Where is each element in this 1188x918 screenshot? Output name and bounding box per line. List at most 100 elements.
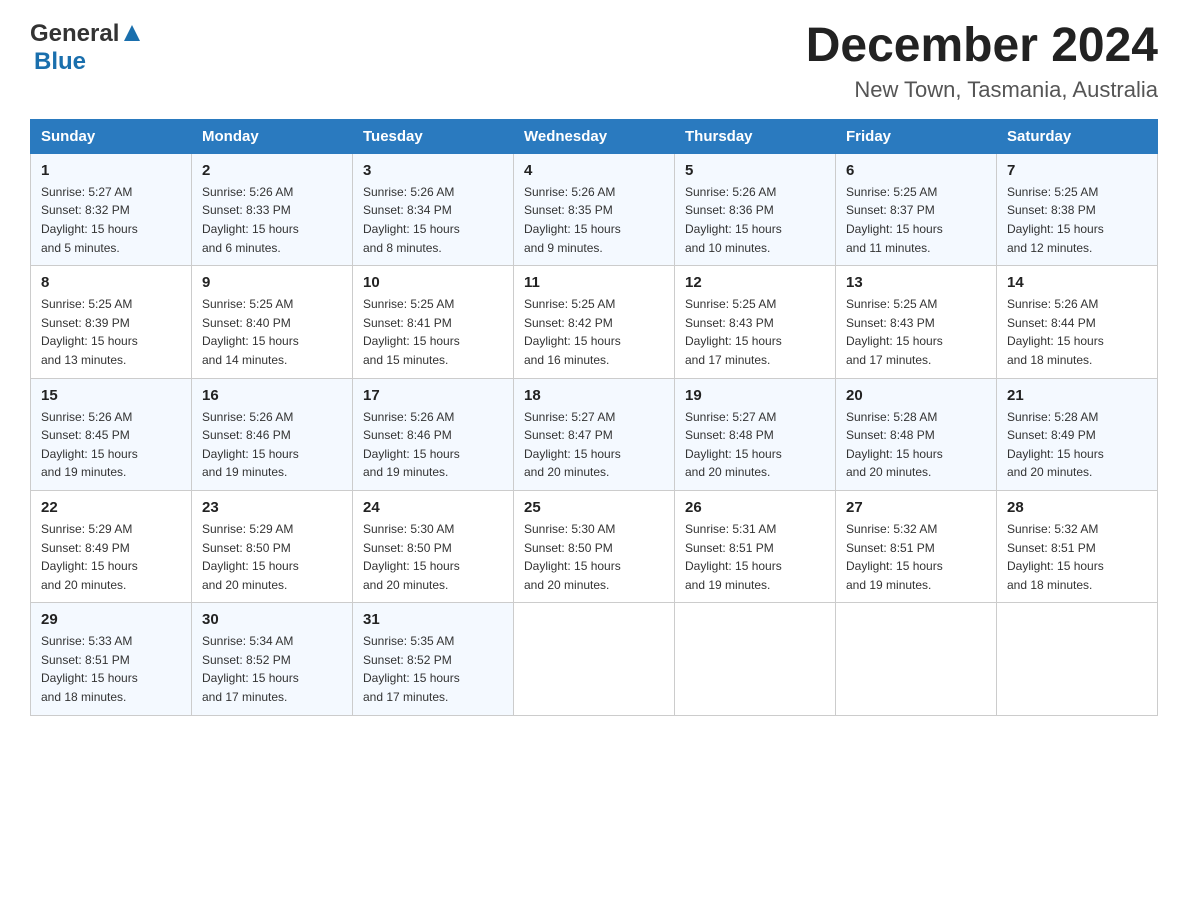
day-number: 6 xyxy=(846,162,986,179)
day-info: Sunrise: 5:26 AMSunset: 8:35 PMDaylight:… xyxy=(524,185,621,255)
day-info: Sunrise: 5:33 AMSunset: 8:51 PMDaylight:… xyxy=(41,634,138,704)
calendar-cell: 10 Sunrise: 5:25 AMSunset: 8:41 PMDaylig… xyxy=(353,266,514,378)
logo-general-text: General xyxy=(30,20,119,48)
calendar-week-row: 1 Sunrise: 5:27 AMSunset: 8:32 PMDayligh… xyxy=(31,153,1158,265)
day-info: Sunrise: 5:27 AMSunset: 8:47 PMDaylight:… xyxy=(524,410,621,480)
calendar-cell: 15 Sunrise: 5:26 AMSunset: 8:45 PMDaylig… xyxy=(31,378,192,490)
calendar-cell: 29 Sunrise: 5:33 AMSunset: 8:51 PMDaylig… xyxy=(31,603,192,715)
day-info: Sunrise: 5:28 AMSunset: 8:49 PMDaylight:… xyxy=(1007,410,1104,480)
calendar-cell: 16 Sunrise: 5:26 AMSunset: 8:46 PMDaylig… xyxy=(192,378,353,490)
calendar-cell: 7 Sunrise: 5:25 AMSunset: 8:38 PMDayligh… xyxy=(997,153,1158,265)
day-info: Sunrise: 5:34 AMSunset: 8:52 PMDaylight:… xyxy=(202,634,299,704)
day-info: Sunrise: 5:26 AMSunset: 8:33 PMDaylight:… xyxy=(202,185,299,255)
day-number: 3 xyxy=(363,162,503,179)
day-number: 22 xyxy=(41,499,181,516)
calendar-cell: 17 Sunrise: 5:26 AMSunset: 8:46 PMDaylig… xyxy=(353,378,514,490)
day-number: 19 xyxy=(685,387,825,404)
day-number: 26 xyxy=(685,499,825,516)
day-number: 31 xyxy=(363,611,503,628)
day-number: 10 xyxy=(363,274,503,291)
day-number: 14 xyxy=(1007,274,1147,291)
calendar-cell xyxy=(514,603,675,715)
day-number: 18 xyxy=(524,387,664,404)
day-info: Sunrise: 5:26 AMSunset: 8:46 PMDaylight:… xyxy=(202,410,299,480)
day-number: 25 xyxy=(524,499,664,516)
calendar-cell: 31 Sunrise: 5:35 AMSunset: 8:52 PMDaylig… xyxy=(353,603,514,715)
calendar-cell: 20 Sunrise: 5:28 AMSunset: 8:48 PMDaylig… xyxy=(836,378,997,490)
day-number: 11 xyxy=(524,274,664,291)
calendar-week-row: 22 Sunrise: 5:29 AMSunset: 8:49 PMDaylig… xyxy=(31,490,1158,602)
day-info: Sunrise: 5:32 AMSunset: 8:51 PMDaylight:… xyxy=(846,522,943,592)
day-info: Sunrise: 5:31 AMSunset: 8:51 PMDaylight:… xyxy=(685,522,782,592)
calendar-cell: 14 Sunrise: 5:26 AMSunset: 8:44 PMDaylig… xyxy=(997,266,1158,378)
calendar-cell: 4 Sunrise: 5:26 AMSunset: 8:35 PMDayligh… xyxy=(514,153,675,265)
day-number: 9 xyxy=(202,274,342,291)
day-info: Sunrise: 5:25 AMSunset: 8:37 PMDaylight:… xyxy=(846,185,943,255)
day-info: Sunrise: 5:28 AMSunset: 8:48 PMDaylight:… xyxy=(846,410,943,480)
calendar-header-row: SundayMondayTuesdayWednesdayThursdayFrid… xyxy=(31,119,1158,153)
day-info: Sunrise: 5:26 AMSunset: 8:44 PMDaylight:… xyxy=(1007,297,1104,367)
day-number: 17 xyxy=(363,387,503,404)
day-number: 30 xyxy=(202,611,342,628)
day-info: Sunrise: 5:25 AMSunset: 8:40 PMDaylight:… xyxy=(202,297,299,367)
calendar-cell xyxy=(836,603,997,715)
calendar-table: SundayMondayTuesdayWednesdayThursdayFrid… xyxy=(30,119,1158,716)
day-info: Sunrise: 5:30 AMSunset: 8:50 PMDaylight:… xyxy=(363,522,460,592)
day-number: 5 xyxy=(685,162,825,179)
day-number: 20 xyxy=(846,387,986,404)
day-info: Sunrise: 5:29 AMSunset: 8:49 PMDaylight:… xyxy=(41,522,138,592)
calendar-cell: 22 Sunrise: 5:29 AMSunset: 8:49 PMDaylig… xyxy=(31,490,192,602)
day-info: Sunrise: 5:32 AMSunset: 8:51 PMDaylight:… xyxy=(1007,522,1104,592)
logo-blue-text: Blue xyxy=(34,48,86,75)
calendar-cell: 12 Sunrise: 5:25 AMSunset: 8:43 PMDaylig… xyxy=(675,266,836,378)
calendar-week-row: 8 Sunrise: 5:25 AMSunset: 8:39 PMDayligh… xyxy=(31,266,1158,378)
month-title: December 2024 xyxy=(806,20,1158,73)
day-number: 23 xyxy=(202,499,342,516)
calendar-week-row: 29 Sunrise: 5:33 AMSunset: 8:51 PMDaylig… xyxy=(31,603,1158,715)
calendar-cell: 13 Sunrise: 5:25 AMSunset: 8:43 PMDaylig… xyxy=(836,266,997,378)
calendar-cell: 2 Sunrise: 5:26 AMSunset: 8:33 PMDayligh… xyxy=(192,153,353,265)
calendar-cell: 28 Sunrise: 5:32 AMSunset: 8:51 PMDaylig… xyxy=(997,490,1158,602)
day-number: 28 xyxy=(1007,499,1147,516)
calendar-cell xyxy=(675,603,836,715)
day-number: 27 xyxy=(846,499,986,516)
day-number: 12 xyxy=(685,274,825,291)
day-number: 2 xyxy=(202,162,342,179)
day-number: 21 xyxy=(1007,387,1147,404)
day-info: Sunrise: 5:26 AMSunset: 8:46 PMDaylight:… xyxy=(363,410,460,480)
day-number: 24 xyxy=(363,499,503,516)
calendar-cell: 23 Sunrise: 5:29 AMSunset: 8:50 PMDaylig… xyxy=(192,490,353,602)
day-info: Sunrise: 5:25 AMSunset: 8:38 PMDaylight:… xyxy=(1007,185,1104,255)
day-info: Sunrise: 5:25 AMSunset: 8:42 PMDaylight:… xyxy=(524,297,621,367)
day-info: Sunrise: 5:25 AMSunset: 8:43 PMDaylight:… xyxy=(685,297,782,367)
calendar-cell: 24 Sunrise: 5:30 AMSunset: 8:50 PMDaylig… xyxy=(353,490,514,602)
day-number: 4 xyxy=(524,162,664,179)
page-header: General Blue December 2024 New Town, Tas… xyxy=(30,20,1158,103)
day-number: 8 xyxy=(41,274,181,291)
calendar-cell: 5 Sunrise: 5:26 AMSunset: 8:36 PMDayligh… xyxy=(675,153,836,265)
day-number: 29 xyxy=(41,611,181,628)
day-info: Sunrise: 5:27 AMSunset: 8:48 PMDaylight:… xyxy=(685,410,782,480)
calendar-cell: 6 Sunrise: 5:25 AMSunset: 8:37 PMDayligh… xyxy=(836,153,997,265)
calendar-cell: 9 Sunrise: 5:25 AMSunset: 8:40 PMDayligh… xyxy=(192,266,353,378)
column-header-friday: Friday xyxy=(836,119,997,153)
column-header-sunday: Sunday xyxy=(31,119,192,153)
calendar-cell: 11 Sunrise: 5:25 AMSunset: 8:42 PMDaylig… xyxy=(514,266,675,378)
day-info: Sunrise: 5:25 AMSunset: 8:43 PMDaylight:… xyxy=(846,297,943,367)
day-number: 1 xyxy=(41,162,181,179)
calendar-cell: 27 Sunrise: 5:32 AMSunset: 8:51 PMDaylig… xyxy=(836,490,997,602)
logo: General Blue xyxy=(30,20,142,76)
logo-triangle-icon xyxy=(122,23,142,43)
column-header-thursday: Thursday xyxy=(675,119,836,153)
calendar-cell: 3 Sunrise: 5:26 AMSunset: 8:34 PMDayligh… xyxy=(353,153,514,265)
title-area: December 2024 New Town, Tasmania, Austra… xyxy=(806,20,1158,103)
day-info: Sunrise: 5:26 AMSunset: 8:45 PMDaylight:… xyxy=(41,410,138,480)
day-info: Sunrise: 5:25 AMSunset: 8:39 PMDaylight:… xyxy=(41,297,138,367)
calendar-cell: 1 Sunrise: 5:27 AMSunset: 8:32 PMDayligh… xyxy=(31,153,192,265)
day-number: 13 xyxy=(846,274,986,291)
calendar-cell: 18 Sunrise: 5:27 AMSunset: 8:47 PMDaylig… xyxy=(514,378,675,490)
calendar-cell: 21 Sunrise: 5:28 AMSunset: 8:49 PMDaylig… xyxy=(997,378,1158,490)
day-info: Sunrise: 5:25 AMSunset: 8:41 PMDaylight:… xyxy=(363,297,460,367)
column-header-saturday: Saturday xyxy=(997,119,1158,153)
day-info: Sunrise: 5:35 AMSunset: 8:52 PMDaylight:… xyxy=(363,634,460,704)
